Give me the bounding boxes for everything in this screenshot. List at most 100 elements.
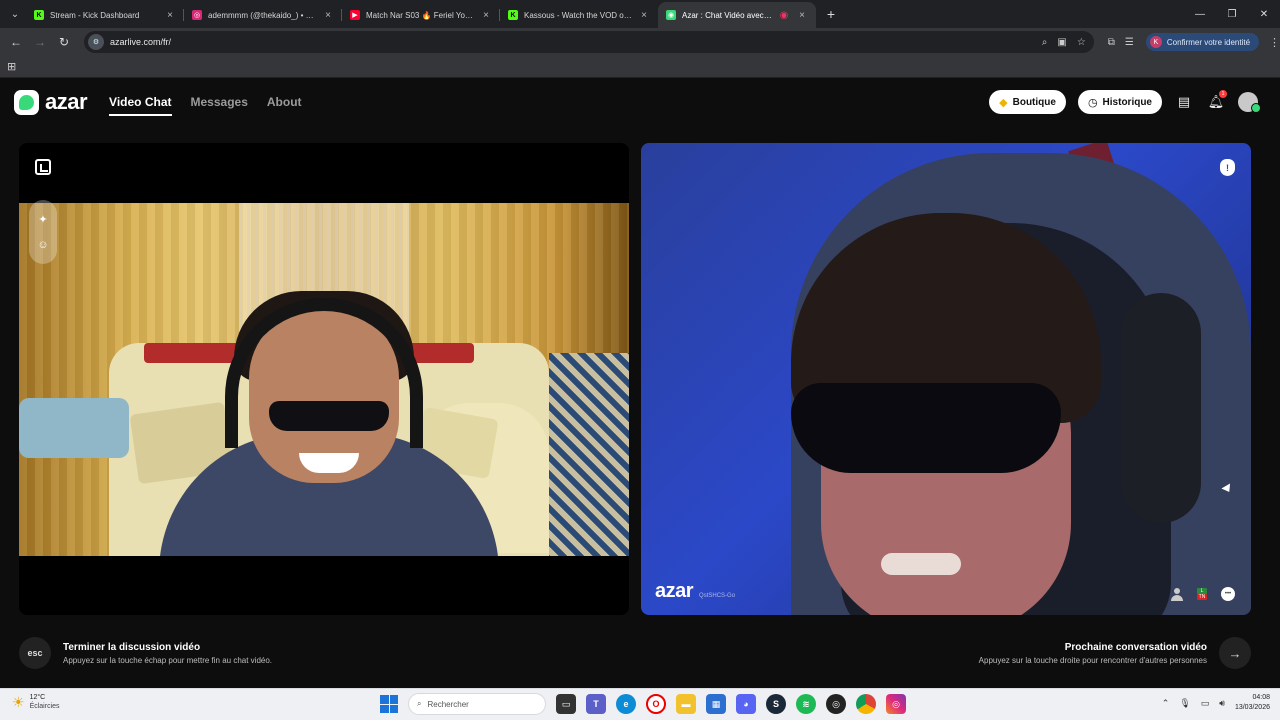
- close-icon[interactable]: ×: [480, 10, 492, 21]
- system-tray: ⌃ 🎙︎ ▭ 🔊︎ 04:08 13/03/2026: [1162, 693, 1270, 713]
- end-chat-hint: esc Terminer la discussion vidéo Appuyez…: [19, 637, 272, 669]
- close-icon[interactable]: ×: [796, 10, 808, 21]
- historique-button[interactable]: ◷ Historique: [1077, 90, 1162, 114]
- windows-taskbar: ☀ 12°C Éclaircies ⌕ Rechercher ▭ T e O ▬…: [0, 688, 1280, 720]
- chrome-icon[interactable]: [856, 694, 876, 714]
- report-shield-icon[interactable]: !: [1220, 159, 1235, 176]
- tab-title: Match Nar S03 🔥 Feriel Youss: [366, 10, 474, 20]
- magic-wand-icon[interactable]: ✦: [38, 213, 47, 226]
- browser-tab-active[interactable]: ◉ Azar : Chat Vidéo avec de n ◉ ×: [658, 2, 816, 28]
- volume-icon[interactable]: 🔊︎: [1219, 698, 1225, 709]
- zoom-icon[interactable]: ⌕: [1042, 37, 1048, 48]
- weather-temp: 12°C: [29, 694, 46, 701]
- boutique-button[interactable]: ◆ Boutique: [989, 90, 1066, 114]
- search-placeholder: Rechercher: [427, 699, 469, 709]
- identity-label: Confirmer votre identité: [1166, 37, 1251, 47]
- reading-list-icon[interactable]: ☰: [1125, 37, 1134, 48]
- historique-label: Historique: [1102, 96, 1152, 108]
- maximize-icon[interactable]: ❐: [1216, 9, 1248, 20]
- close-icon[interactable]: ×: [164, 10, 176, 21]
- esc-button[interactable]: esc: [19, 637, 51, 669]
- chat-icon[interactable]: •••: [1221, 587, 1235, 601]
- remote-tools: L TN •••: [1171, 587, 1235, 601]
- store-icon[interactable]: ▦: [706, 694, 726, 714]
- search-icon: ⌕: [417, 699, 422, 708]
- url-text: azarlive.com/fr/: [110, 37, 172, 47]
- instagram-icon[interactable]: ◎: [886, 694, 906, 714]
- tab-search-button[interactable]: ⌄: [4, 3, 26, 25]
- back-icon[interactable]: ←: [4, 35, 28, 49]
- weather-condition: Éclaircies: [29, 703, 60, 710]
- taskbar-clock[interactable]: 04:08 13/03/2026: [1235, 693, 1270, 713]
- browser-tab-bar: ⌄ K Stream - Kick Dashboard × ◎ ademmmm …: [0, 0, 1280, 28]
- extensions-icon[interactable]: ⧉: [1108, 37, 1115, 48]
- task-view-icon[interactable]: ▭: [556, 694, 576, 714]
- azar-app: azar Video Chat Messages About ◆ Boutiqu…: [0, 79, 1280, 688]
- close-window-icon[interactable]: ✕: [1248, 9, 1280, 20]
- flag-bottom: TN: [1197, 593, 1207, 600]
- spotify-icon[interactable]: ≋: [796, 694, 816, 714]
- extensions-area: ⧉ ☰: [1108, 37, 1134, 48]
- expand-icon[interactable]: [35, 159, 51, 175]
- logo-text: azar: [45, 89, 88, 114]
- browser-tab[interactable]: ◎ ademmmm (@thekaido_) • Pho ×: [184, 2, 342, 28]
- microphone-icon[interactable]: 🎙︎: [1179, 698, 1190, 709]
- nav-video-chat[interactable]: Video Chat: [109, 91, 172, 116]
- remote-camera-feed: [641, 143, 1251, 615]
- watermark-id: QstSHCS-Go: [699, 593, 736, 599]
- bookmark-star-icon[interactable]: ☆: [1077, 37, 1086, 48]
- opera-icon[interactable]: O: [646, 694, 666, 714]
- forward-icon[interactable]: →: [28, 35, 52, 49]
- nav-about[interactable]: About: [267, 91, 302, 113]
- inbox-icon[interactable]: ▤: [1174, 92, 1194, 112]
- cast-icon[interactable]: ▣: [1057, 37, 1066, 48]
- language-flags[interactable]: L TN: [1197, 588, 1207, 600]
- obs-icon[interactable]: ◎: [826, 694, 846, 714]
- chevron-up-icon[interactable]: ⌃: [1162, 698, 1170, 709]
- remote-video-panel: ! azar QstSHCS-Go L TN •••: [641, 143, 1251, 615]
- apps-grid-icon[interactable]: ⊞: [7, 60, 16, 73]
- nav-messages[interactable]: Messages: [191, 91, 248, 113]
- azar-icon: ◉: [666, 10, 676, 20]
- azar-logo[interactable]: azar: [14, 89, 88, 115]
- header-actions: ◆ Boutique ◷ Historique ▤ 🔔︎ 1: [989, 90, 1261, 114]
- next-arrow-button[interactable]: →: [1219, 637, 1251, 669]
- steam-icon[interactable]: S: [766, 694, 786, 714]
- edge-icon[interactable]: e: [616, 694, 636, 714]
- new-tab-button[interactable]: +: [820, 6, 842, 22]
- teams-icon[interactable]: T: [586, 694, 606, 714]
- discord-icon[interactable]: ◕: [736, 694, 756, 714]
- next-chat-title: Prochaine conversation vidéo: [1064, 641, 1207, 653]
- sticker-icon[interactable]: ☺: [37, 239, 48, 251]
- partly-sunny-icon: ☀: [12, 693, 25, 710]
- user-icon[interactable]: [1171, 587, 1183, 601]
- file-explorer-icon[interactable]: ▬: [676, 694, 696, 714]
- taskbar-search[interactable]: ⌕ Rechercher: [408, 693, 546, 715]
- weather-widget[interactable]: ☀ 12°C Éclaircies: [12, 693, 60, 711]
- tab-title: Kassous - Watch the VOD on K: [524, 10, 632, 20]
- notification-badge: 1: [1219, 90, 1227, 98]
- next-chat-subtitle: Appuyez sur la touche droite pour rencon…: [978, 655, 1207, 665]
- azar-watermark: azar QstSHCS-Go: [655, 580, 735, 603]
- app-header: azar Video Chat Messages About ◆ Boutiqu…: [0, 79, 1280, 125]
- identity-button[interactable]: K Confirmer votre identité: [1145, 33, 1260, 51]
- profile-avatar: K: [1149, 36, 1162, 48]
- end-chat-subtitle: Appuyez sur la touche échap pour mettre …: [63, 655, 273, 665]
- bell-icon[interactable]: 🔔︎ 1: [1206, 90, 1227, 112]
- browser-tab[interactable]: K Stream - Kick Dashboard ×: [26, 2, 184, 28]
- profile-avatar-button[interactable]: [1238, 92, 1261, 113]
- windows-start-icon[interactable]: [380, 695, 398, 713]
- browser-tab[interactable]: ▶ Match Nar S03 🔥 Feriel Youss ×: [342, 2, 500, 28]
- network-icon[interactable]: ▭: [1201, 698, 1210, 709]
- site-info-icon[interactable]: ⚙: [88, 34, 104, 50]
- more-menu-icon[interactable]: ⋮: [1269, 36, 1280, 49]
- next-chat-hint: Prochaine conversation vidéo Appuyez sur…: [979, 637, 1251, 669]
- browser-tab[interactable]: K Kassous - Watch the VOD on K ×: [500, 2, 658, 28]
- taskbar-apps: ⌕ Rechercher ▭ T e O ▬ ▦ ◕ S ≋ ◎ ◎: [380, 693, 906, 715]
- close-icon[interactable]: ×: [638, 10, 650, 21]
- close-icon[interactable]: ×: [322, 10, 334, 21]
- address-bar[interactable]: ⚙ azarlive.com/fr/ ⌕ ▣ ☆: [84, 31, 1094, 53]
- reload-icon[interactable]: ↻: [52, 35, 76, 49]
- instagram-icon: ◎: [192, 10, 202, 20]
- minimize-icon[interactable]: —: [1184, 9, 1216, 20]
